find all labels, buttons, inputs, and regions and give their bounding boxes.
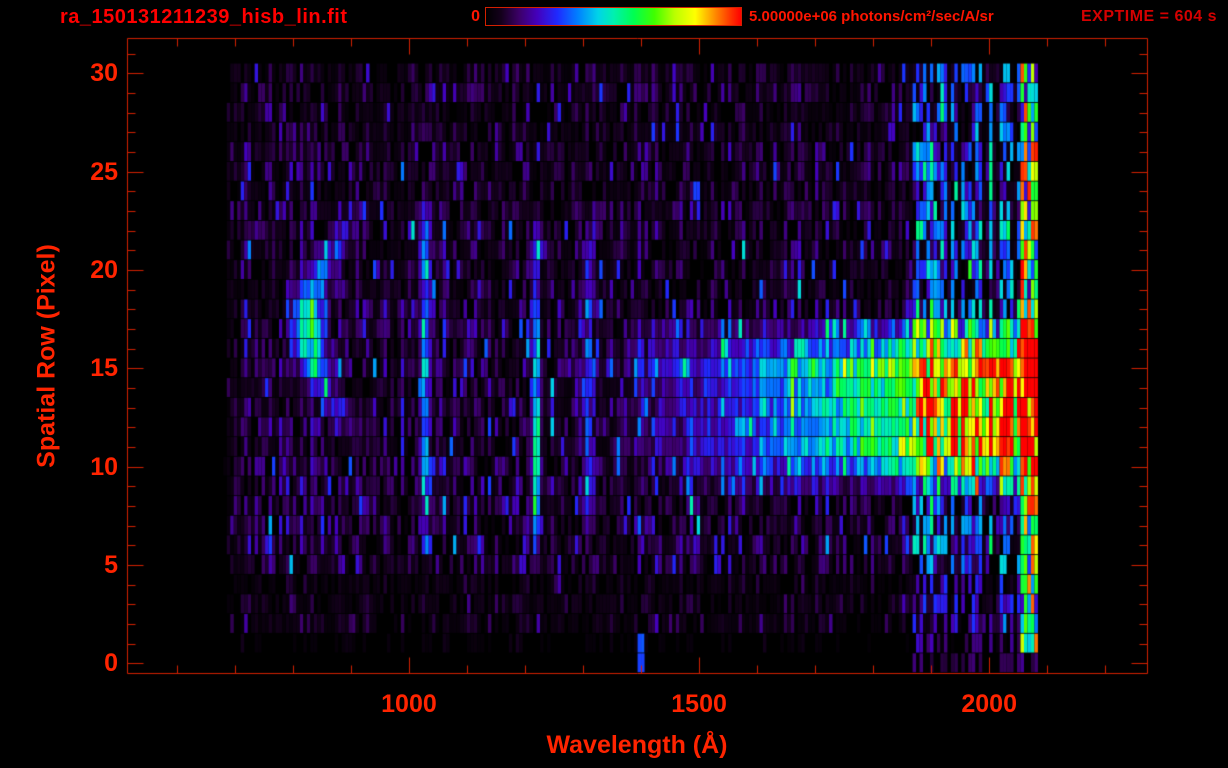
x-tick-label: 2000: [961, 690, 1017, 718]
y-tick-label: 25: [90, 157, 118, 186]
colorbar: [485, 7, 742, 26]
y-tick-label: 5: [104, 550, 118, 579]
y-tick-label: 0: [104, 649, 118, 678]
y-tick-label: 15: [90, 354, 118, 383]
y-tick-label: 20: [90, 255, 118, 284]
colorbar-min-label: 0: [471, 8, 480, 25]
spectral-viewer-window: ra_150131211239_hisb_lin.fit 0 5.00000e+…: [0, 0, 1228, 768]
x-axis-title: Wavelength (Å): [546, 731, 728, 759]
exptime-label: EXPTIME = 604 s: [1080, 8, 1217, 25]
x-tick-label: 1000: [381, 690, 437, 718]
spectrogram-heatmap: [0, 0, 1228, 768]
colorbar-max-label: 5.00000e+06 photons/cm²/sec/A/sr: [749, 8, 994, 25]
y-axis-title: Spatial Row (Pixel): [32, 244, 61, 468]
y-tick-label: 30: [90, 59, 118, 88]
x-tick-label: 1500: [671, 690, 727, 718]
y-tick-label: 10: [90, 452, 118, 481]
file-title: ra_150131211239_hisb_lin.fit: [60, 6, 348, 28]
